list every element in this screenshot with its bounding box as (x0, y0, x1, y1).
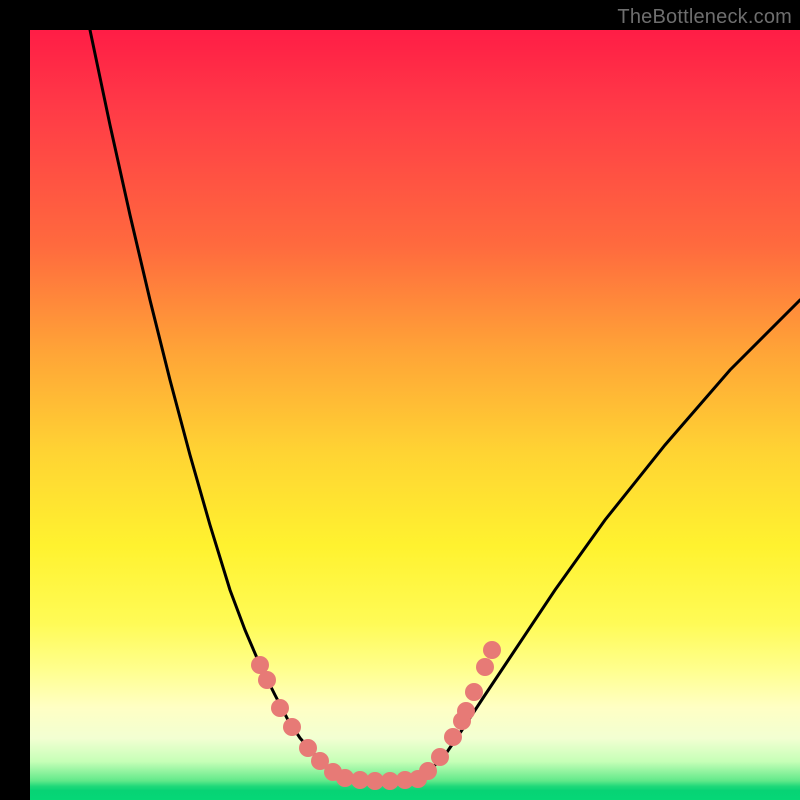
data-dot (457, 702, 475, 720)
data-dot (283, 718, 301, 736)
data-dot (465, 683, 483, 701)
dot-group (251, 641, 501, 790)
data-dot (476, 658, 494, 676)
data-dot (258, 671, 276, 689)
plot-area (30, 30, 800, 800)
data-dot (483, 641, 501, 659)
curve-svg (30, 30, 800, 800)
chart-stage: TheBottleneck.com (0, 0, 800, 800)
data-dot (271, 699, 289, 717)
data-dot (419, 762, 437, 780)
data-dot (444, 728, 462, 746)
watermark-text: TheBottleneck.com (617, 6, 792, 29)
bottleneck-curve (90, 30, 800, 780)
data-dot (431, 748, 449, 766)
